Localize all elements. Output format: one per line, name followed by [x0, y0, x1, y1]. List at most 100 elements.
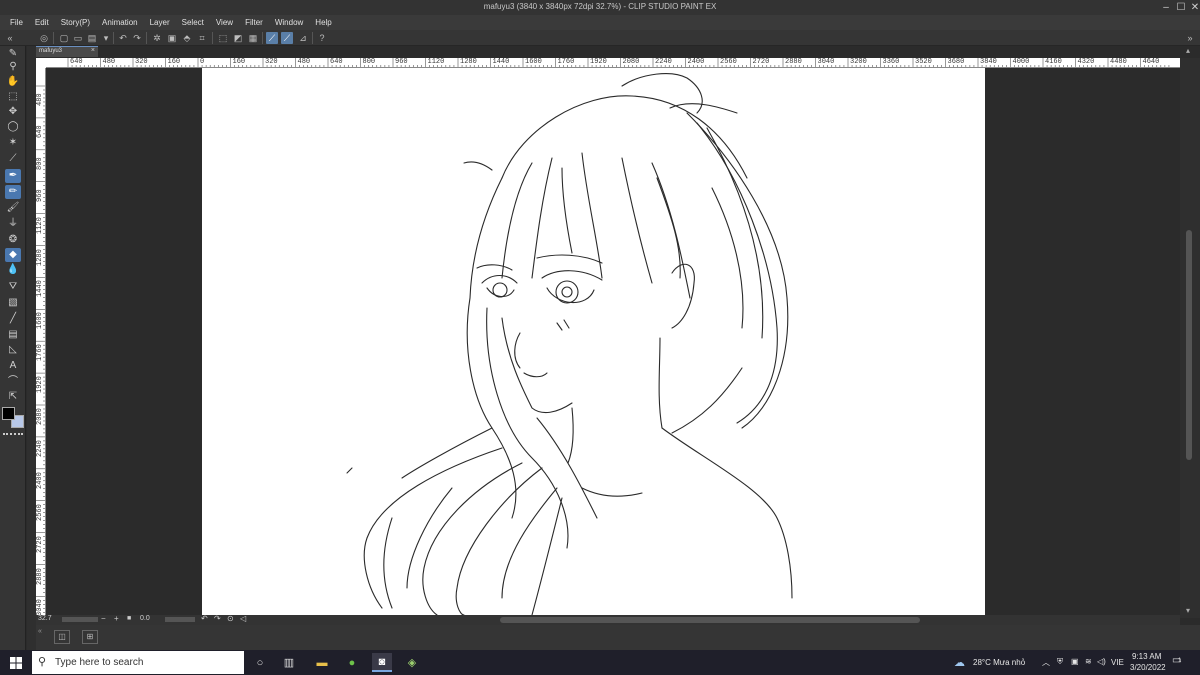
rotation-slider[interactable]: [165, 617, 195, 622]
taskbar-search-box[interactable]: ⚲ Type here to search: [32, 651, 244, 674]
clip-studio-paint-icon[interactable]: ◙: [372, 653, 392, 672]
eraser-icon[interactable]: ◆: [5, 248, 21, 262]
horizontal-scroll-thumb[interactable]: [500, 617, 920, 623]
menu-story[interactable]: Story(P): [55, 18, 96, 27]
transform-icon[interactable]: ⬘: [181, 32, 193, 44]
blend-icon[interactable]: 💧: [5, 263, 21, 277]
maximize-button[interactable]: ☐: [1174, 0, 1188, 15]
drawing-canvas[interactable]: [202, 68, 985, 615]
transparent-color-icon[interactable]: [3, 433, 23, 437]
ruler-label: 1760: [557, 58, 575, 66]
object-select-icon[interactable]: ⬚: [5, 90, 21, 104]
zoom-level[interactable]: 32.7: [38, 615, 52, 622]
rotate-right-icon[interactable]: ↷: [214, 614, 221, 623]
invert-selection-icon[interactable]: ◩: [232, 32, 244, 44]
menu-animation[interactable]: Animation: [96, 18, 144, 27]
fill-icon[interactable]: ▣: [166, 32, 178, 44]
menu-edit[interactable]: Edit: [29, 18, 55, 27]
close-button[interactable]: ✕: [1188, 0, 1200, 15]
magic-wand-icon[interactable]: ✶: [5, 136, 21, 150]
pencil-tool-icon[interactable]: ✏: [5, 185, 21, 199]
notification-icon[interactable]: ▭ 1: [1172, 655, 1186, 669]
redo-icon[interactable]: ↷: [131, 32, 143, 44]
pen-tool-icon[interactable]: ✒: [5, 169, 21, 183]
help-icon[interactable]: ?: [316, 32, 328, 44]
weather-text[interactable]: 28°C Mưa nhỏ: [973, 658, 1025, 667]
crop-icon[interactable]: ⌗: [196, 32, 208, 44]
zoom-icon[interactable]: ⚲: [5, 60, 21, 74]
scroll-down-icon[interactable]: ▾: [1186, 606, 1190, 615]
save-icon[interactable]: ▤: [86, 32, 98, 44]
network-icon[interactable]: ▣: [1071, 657, 1079, 666]
scroll-up-icon[interactable]: ▴: [1186, 46, 1190, 55]
snap-special-ruler-icon[interactable]: ⟋: [281, 32, 293, 44]
language-indicator[interactable]: VIE: [1111, 658, 1124, 667]
ruler-icon[interactable]: ◺: [5, 343, 21, 357]
show-selection-icon[interactable]: ▦: [247, 32, 259, 44]
menu-window[interactable]: Window: [269, 18, 309, 27]
main-color-swatch[interactable]: [2, 407, 15, 420]
file-explorer-icon[interactable]: ▬: [312, 653, 332, 672]
start-button[interactable]: [0, 650, 32, 675]
horizontal-ruler[interactable]: 640 480 320 160 0 160 320 480 640 800 960 1120 1280 1…: [46, 58, 1180, 68]
clear-icon[interactable]: ✲: [151, 32, 163, 44]
fit-icon[interactable]: ■: [127, 615, 131, 622]
decoration-icon[interactable]: ❂: [5, 233, 21, 247]
menu-filter[interactable]: Filter: [239, 18, 269, 27]
zoom-out-icon[interactable]: −: [101, 614, 106, 623]
snap-grid-icon[interactable]: ⊿: [297, 32, 309, 44]
move-icon[interactable]: ✥: [5, 105, 21, 119]
collapse-left-icon[interactable]: «: [4, 32, 16, 44]
dropdown-icon[interactable]: ▾: [100, 32, 112, 44]
open-folder-icon[interactable]: ▭: [72, 32, 84, 44]
menu-select[interactable]: Select: [176, 18, 210, 27]
lasso-icon[interactable]: ◯: [5, 120, 21, 134]
task-view-icon[interactable]: ▥: [279, 653, 299, 672]
browser-icon[interactable]: ●: [342, 653, 362, 672]
minimize-button[interactable]: –: [1159, 0, 1173, 15]
flip-icon[interactable]: ◁: [240, 614, 246, 623]
app-icon[interactable]: ◈: [402, 653, 422, 672]
eyedropper-icon[interactable]: ⟋: [5, 152, 21, 166]
pen-icon[interactable]: ✎: [5, 47, 21, 61]
collapse-right-icon[interactable]: »: [1184, 32, 1196, 44]
zoom-slider[interactable]: [62, 617, 98, 622]
balloon-icon[interactable]: ⌒: [5, 375, 21, 389]
deselect-icon[interactable]: ⬚: [217, 32, 229, 44]
new-file-icon[interactable]: ▢: [58, 32, 70, 44]
vertical-scroll-thumb[interactable]: [1186, 230, 1192, 460]
cortana-icon[interactable]: ○: [250, 653, 270, 672]
clip-studio-icon[interactable]: ◎: [38, 32, 50, 44]
rotate-left-icon[interactable]: ↶: [201, 614, 208, 623]
line-icon[interactable]: ╱: [5, 312, 21, 326]
correct-line-icon[interactable]: ⇱: [5, 390, 21, 404]
rotation-value[interactable]: 0.0: [140, 615, 150, 622]
tray-expand-icon[interactable]: ︿: [1042, 657, 1050, 668]
defender-icon[interactable]: ⛨: [1057, 657, 1063, 667]
frame-icon[interactable]: ▤: [5, 328, 21, 342]
brush-icon[interactable]: 🖌: [5, 201, 21, 215]
volume-icon[interactable]: ◁): [1097, 657, 1106, 666]
hand-icon[interactable]: ✋: [5, 75, 21, 89]
clock-time[interactable]: 9:13 AM: [1132, 652, 1161, 661]
clock-date[interactable]: 3/20/2022: [1130, 663, 1166, 672]
panel-collapse-icon[interactable]: «: [38, 628, 42, 635]
vertical-ruler[interactable]: 480 640 800 960 1120 1280 1440 1600 1760 1920 2080…: [36, 68, 46, 615]
zoom-in-icon[interactable]: +: [114, 614, 119, 623]
wifi-icon[interactable]: ≋: [1085, 657, 1092, 666]
close-tab-icon[interactable]: ×: [91, 47, 95, 54]
airbrush-icon[interactable]: ⏚: [5, 217, 21, 231]
undo-icon[interactable]: ↶: [117, 32, 129, 44]
reset-rotation-icon[interactable]: ⊙: [227, 614, 234, 623]
gradient-icon[interactable]: ▧: [5, 296, 21, 310]
menu-layer[interactable]: Layer: [144, 18, 176, 27]
fill-bucket-icon[interactable]: ⛛: [5, 280, 21, 294]
menu-help[interactable]: Help: [309, 18, 337, 27]
text-icon[interactable]: A: [5, 359, 21, 373]
document-tab[interactable]: mafuyu3 ×: [36, 46, 98, 57]
navigator-icon[interactable]: ⊞: [82, 630, 98, 644]
menu-view[interactable]: View: [210, 18, 239, 27]
menu-file[interactable]: File: [4, 18, 29, 27]
layout-toggle-icon[interactable]: ◫: [54, 630, 70, 644]
snap-ruler-icon[interactable]: ⟋: [266, 32, 278, 44]
